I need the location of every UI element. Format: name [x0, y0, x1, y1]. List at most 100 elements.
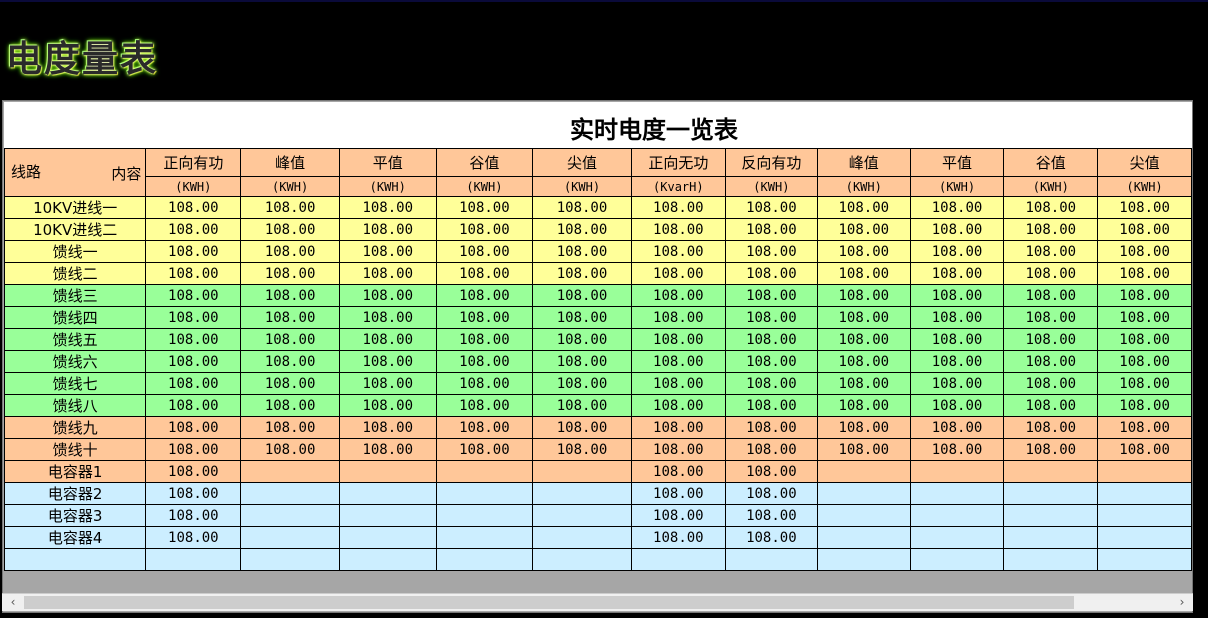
- value-cell[interactable]: 108.00: [145, 394, 242, 417]
- value-cell[interactable]: 108.00: [630, 328, 726, 351]
- value-cell[interactable]: 108.00: [338, 350, 437, 373]
- value-cell[interactable]: 108.00: [816, 284, 911, 307]
- value-cell[interactable]: [909, 526, 1005, 549]
- value-cell[interactable]: [1003, 526, 1099, 549]
- value-cell[interactable]: [909, 482, 1005, 505]
- value-cell[interactable]: 108.00: [1097, 196, 1192, 219]
- value-cell[interactable]: 108.00: [909, 306, 1005, 329]
- value-cell[interactable]: 108.00: [240, 372, 340, 395]
- value-cell[interactable]: 108.00: [532, 416, 632, 439]
- value-cell[interactable]: 108.00: [532, 394, 632, 417]
- row-name-cell[interactable]: 电容器1: [3, 460, 147, 483]
- value-cell[interactable]: 108.00: [630, 394, 726, 417]
- value-cell[interactable]: 108.00: [532, 218, 632, 241]
- value-cell[interactable]: 108.00: [240, 350, 340, 373]
- value-cell[interactable]: 108.00: [1003, 328, 1099, 351]
- row-name-cell[interactable]: 电容器4: [3, 526, 147, 549]
- value-cell[interactable]: 108.00: [338, 394, 437, 417]
- value-cell[interactable]: 108.00: [816, 350, 911, 373]
- row-name-cell[interactable]: 馈线五: [3, 328, 147, 351]
- value-cell[interactable]: [1097, 460, 1192, 483]
- value-cell[interactable]: [435, 482, 534, 505]
- value-cell[interactable]: [338, 504, 437, 527]
- value-cell[interactable]: 108.00: [240, 240, 340, 263]
- value-cell[interactable]: 108.00: [338, 306, 437, 329]
- value-cell[interactable]: 108.00: [1003, 416, 1099, 439]
- value-cell[interactable]: 108.00: [240, 394, 340, 417]
- value-cell[interactable]: 108.00: [724, 284, 818, 307]
- value-cell[interactable]: 108.00: [435, 262, 534, 285]
- value-cell[interactable]: [909, 548, 1005, 571]
- value-cell[interactable]: 108.00: [1003, 218, 1099, 241]
- value-cell[interactable]: 108.00: [816, 394, 911, 417]
- value-cell[interactable]: 108.00: [630, 460, 726, 483]
- value-cell[interactable]: 108.00: [1003, 284, 1099, 307]
- value-cell[interactable]: [532, 548, 632, 571]
- value-cell[interactable]: 108.00: [435, 218, 534, 241]
- value-cell[interactable]: 108.00: [724, 526, 818, 549]
- value-cell[interactable]: [240, 504, 340, 527]
- value-cell[interactable]: [240, 482, 340, 505]
- row-name-cell[interactable]: 馈线一: [3, 240, 147, 263]
- value-cell[interactable]: [240, 460, 340, 483]
- value-cell[interactable]: 108.00: [630, 306, 726, 329]
- value-cell[interactable]: 108.00: [435, 350, 534, 373]
- scroll-left-icon[interactable]: ‹: [4, 594, 22, 611]
- value-cell[interactable]: [1003, 504, 1099, 527]
- value-cell[interactable]: [338, 460, 437, 483]
- value-cell[interactable]: 108.00: [145, 240, 242, 263]
- value-cell[interactable]: 108.00: [145, 438, 242, 461]
- value-cell[interactable]: 108.00: [532, 350, 632, 373]
- value-cell[interactable]: [435, 526, 534, 549]
- value-cell[interactable]: 108.00: [816, 218, 911, 241]
- value-cell[interactable]: 108.00: [338, 196, 437, 219]
- value-cell[interactable]: 108.00: [1003, 438, 1099, 461]
- value-cell[interactable]: [1097, 504, 1192, 527]
- value-cell[interactable]: 108.00: [816, 240, 911, 263]
- value-cell[interactable]: 108.00: [630, 196, 726, 219]
- value-cell[interactable]: 108.00: [532, 438, 632, 461]
- value-cell[interactable]: [1003, 482, 1099, 505]
- value-cell[interactable]: 108.00: [630, 526, 726, 549]
- value-cell[interactable]: 108.00: [338, 240, 437, 263]
- value-cell[interactable]: 108.00: [724, 416, 818, 439]
- value-cell[interactable]: [816, 504, 911, 527]
- value-cell[interactable]: 108.00: [909, 262, 1005, 285]
- value-cell[interactable]: 108.00: [145, 526, 242, 549]
- value-cell[interactable]: [145, 548, 242, 571]
- value-cell[interactable]: 108.00: [1097, 416, 1192, 439]
- value-cell[interactable]: 108.00: [532, 262, 632, 285]
- value-cell[interactable]: 108.00: [145, 460, 242, 483]
- value-cell[interactable]: [338, 548, 437, 571]
- value-cell[interactable]: 108.00: [240, 284, 340, 307]
- value-cell[interactable]: 108.00: [724, 372, 818, 395]
- value-cell[interactable]: 108.00: [816, 328, 911, 351]
- scroll-right-icon[interactable]: ›: [1173, 594, 1191, 611]
- horizontal-scrollbar[interactable]: ‹ ›: [2, 593, 1193, 611]
- value-cell[interactable]: 108.00: [630, 218, 726, 241]
- value-cell[interactable]: 108.00: [724, 504, 818, 527]
- value-cell[interactable]: 108.00: [1097, 240, 1192, 263]
- value-cell[interactable]: 108.00: [724, 262, 818, 285]
- row-name-cell[interactable]: 电容器2: [3, 482, 147, 505]
- value-cell[interactable]: 108.00: [1003, 262, 1099, 285]
- row-name-cell[interactable]: 馈线七: [3, 372, 147, 395]
- row-name-cell[interactable]: [3, 548, 147, 571]
- value-cell[interactable]: 108.00: [145, 284, 242, 307]
- value-cell[interactable]: 108.00: [240, 218, 340, 241]
- value-cell[interactable]: 108.00: [909, 284, 1005, 307]
- value-cell[interactable]: 108.00: [1097, 218, 1192, 241]
- value-cell[interactable]: [532, 482, 632, 505]
- value-cell[interactable]: 108.00: [532, 372, 632, 395]
- value-cell[interactable]: 108.00: [435, 306, 534, 329]
- value-cell[interactable]: 108.00: [338, 328, 437, 351]
- value-cell[interactable]: 108.00: [724, 196, 818, 219]
- value-cell[interactable]: 108.00: [909, 240, 1005, 263]
- value-cell[interactable]: 108.00: [435, 196, 534, 219]
- row-name-cell[interactable]: 馈线十: [3, 438, 147, 461]
- value-cell[interactable]: 108.00: [909, 350, 1005, 373]
- value-cell[interactable]: 108.00: [240, 438, 340, 461]
- value-cell[interactable]: 108.00: [1097, 262, 1192, 285]
- value-cell[interactable]: [240, 548, 340, 571]
- value-cell[interactable]: 108.00: [816, 262, 911, 285]
